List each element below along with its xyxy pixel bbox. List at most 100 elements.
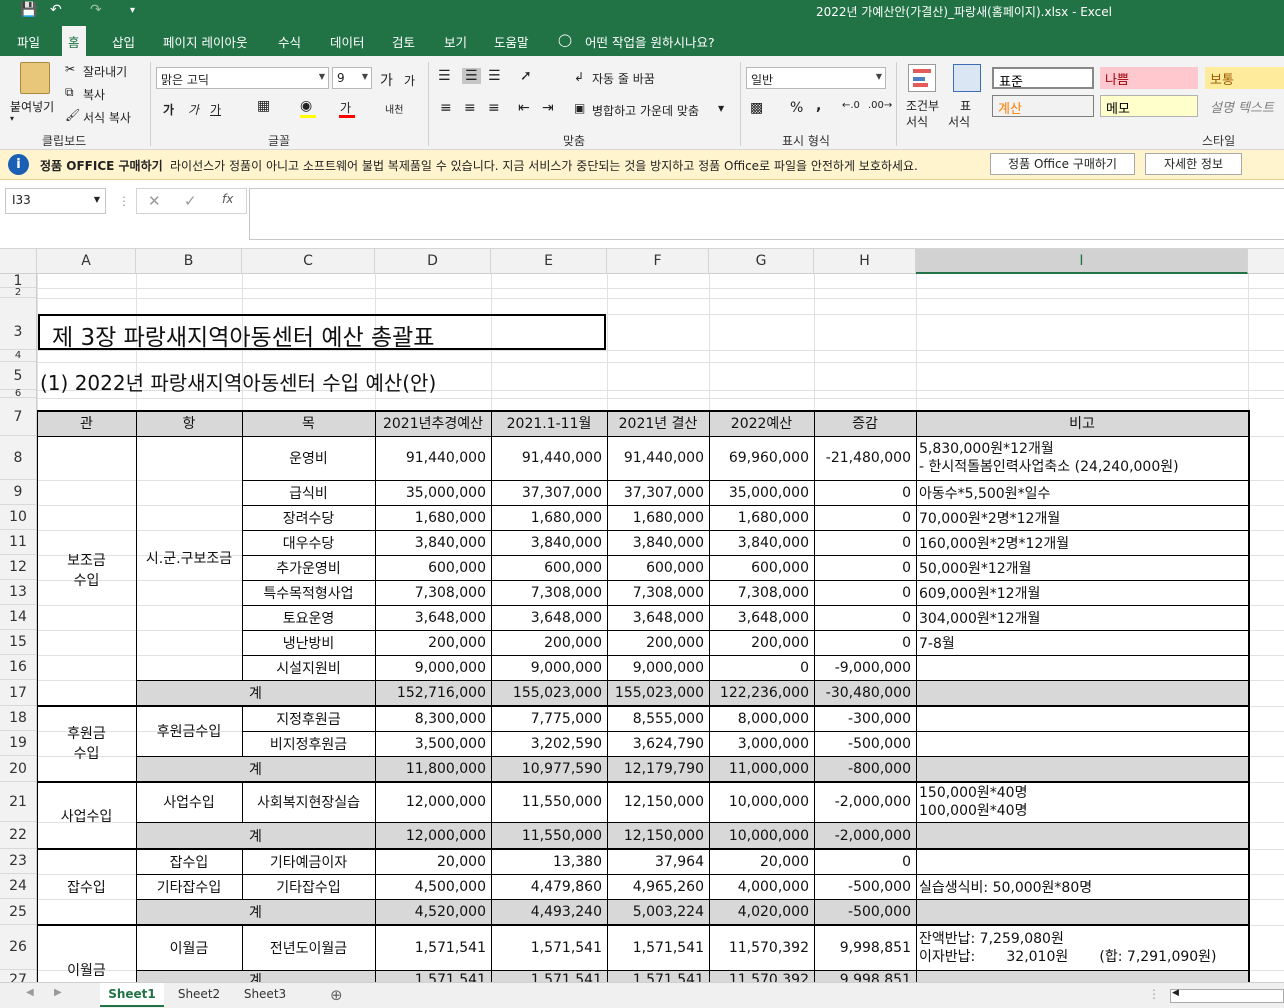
- column-header-g[interactable]: G: [709, 249, 814, 274]
- format-as-table-icon[interactable]: [953, 64, 981, 92]
- fill-color-icon[interactable]: ◉: [300, 98, 312, 114]
- column-header-f[interactable]: F: [607, 249, 709, 274]
- row-header[interactable]: 18: [0, 706, 36, 731]
- scroll-left-icon[interactable]: ◀: [1172, 988, 1179, 998]
- row-header[interactable]: 16: [0, 655, 36, 680]
- conditional-formatting-button-line2[interactable]: 서식: [906, 113, 928, 130]
- more-info-button[interactable]: 자세한 정보: [1145, 153, 1242, 175]
- add-sheet-icon[interactable]: ⊕: [330, 986, 343, 1004]
- tab-view[interactable]: 보기: [444, 32, 467, 51]
- insert-function-icon[interactable]: fx: [222, 192, 233, 206]
- phonetic-button[interactable]: 내천: [385, 101, 403, 116]
- align-left-icon[interactable]: ≡: [440, 100, 452, 116]
- column-header-a[interactable]: A: [37, 249, 136, 274]
- enter-icon[interactable]: ✓: [184, 192, 197, 210]
- decrease-decimal-icon[interactable]: .00→: [868, 100, 892, 111]
- row-header[interactable]: 14: [0, 605, 36, 630]
- decrease-indent-icon[interactable]: ⇤: [518, 100, 530, 116]
- row-header[interactable]: 9: [0, 480, 36, 505]
- tab-scroll-right-icon[interactable]: ▶: [54, 987, 62, 998]
- column-header-h[interactable]: H: [814, 249, 916, 274]
- row-header[interactable]: 15: [0, 630, 36, 655]
- merge-dropdown-icon[interactable]: ▼: [718, 104, 724, 113]
- row-header[interactable]: 17: [0, 680, 36, 706]
- style-calculation[interactable]: 계산: [992, 95, 1094, 117]
- tab-review[interactable]: 검토: [392, 32, 415, 51]
- format-as-table-button[interactable]: 표: [960, 97, 971, 114]
- format-painter-button[interactable]: 서식 복사: [83, 109, 131, 126]
- row-header[interactable]: 26: [0, 925, 36, 970]
- tab-data[interactable]: 데이터: [330, 32, 365, 51]
- conditional-formatting-icon[interactable]: [908, 64, 936, 92]
- row-header[interactable]: 22: [0, 822, 36, 849]
- row-header[interactable]: 6: [0, 389, 36, 399]
- shrink-font-button[interactable]: 가: [404, 72, 415, 89]
- undo-icon[interactable]: ↶: [50, 2, 62, 18]
- row-header[interactable]: 11: [0, 530, 36, 555]
- paste-icon[interactable]: [20, 62, 50, 94]
- grow-font-button[interactable]: 가: [380, 70, 393, 90]
- horizontal-scrollbar[interactable]: [1170, 989, 1284, 1003]
- align-bottom-icon[interactable]: ☰: [488, 68, 501, 84]
- underline-button[interactable]: 가: [210, 101, 221, 118]
- font-size-combo[interactable]: 9 ▼: [332, 67, 372, 89]
- borders-icon[interactable]: ▦: [257, 98, 270, 114]
- customize-icon[interactable]: ▾: [130, 5, 135, 16]
- row-header[interactable]: 8: [0, 436, 36, 480]
- row-header[interactable]: 24: [0, 874, 36, 899]
- merge-center-button[interactable]: 병합하고 가운데 맞춤: [592, 102, 699, 119]
- increase-indent-icon[interactable]: ⇥: [542, 100, 554, 116]
- select-all-corner[interactable]: [0, 249, 37, 274]
- sheet-tab-3[interactable]: Sheet3: [234, 983, 296, 1007]
- orientation-icon[interactable]: ➚: [520, 68, 532, 84]
- paste-button[interactable]: 붙여넣기: [10, 98, 54, 115]
- row-header[interactable]: 25: [0, 899, 36, 925]
- format-as-table-button-line2[interactable]: 서식: [948, 113, 970, 130]
- increase-decimal-icon[interactable]: ←.0: [842, 100, 860, 111]
- style-bad[interactable]: 나쁨: [1100, 67, 1198, 89]
- align-middle-icon[interactable]: ☰: [462, 68, 481, 84]
- font-color-button[interactable]: 가: [340, 99, 351, 116]
- accounting-format-icon[interactable]: ▩: [750, 100, 763, 116]
- row-header[interactable]: 3: [0, 314, 36, 350]
- tab-file[interactable]: 파일: [17, 32, 40, 51]
- row-header[interactable]: 20: [0, 756, 36, 782]
- cancel-icon[interactable]: ✕: [148, 192, 161, 210]
- tell-me-search[interactable]: 어떤 작업을 원하시나요?: [585, 32, 715, 51]
- row-header[interactable]: 27: [0, 970, 36, 982]
- row-header[interactable]: 5: [0, 362, 36, 390]
- row-header[interactable]: 1: [0, 274, 36, 288]
- italic-button[interactable]: 가: [188, 101, 199, 118]
- copy-button[interactable]: 복사: [83, 86, 105, 103]
- style-explanatory[interactable]: 설명 텍스트: [1205, 95, 1284, 117]
- row-header[interactable]: 19: [0, 731, 36, 756]
- align-top-icon[interactable]: ☰: [438, 68, 451, 84]
- style-normal[interactable]: 표준: [992, 67, 1094, 90]
- row-header[interactable]: 21: [0, 782, 36, 822]
- percent-button[interactable]: %: [790, 100, 803, 116]
- align-center-icon[interactable]: ≡: [464, 100, 476, 116]
- align-right-icon[interactable]: ≡: [488, 100, 500, 116]
- cut-button[interactable]: 잘라내기: [83, 63, 127, 80]
- column-header-d[interactable]: D: [375, 249, 491, 274]
- sheet-tab-2[interactable]: Sheet2: [166, 983, 232, 1007]
- row-header[interactable]: 2: [0, 288, 36, 298]
- column-header-e[interactable]: E: [491, 249, 607, 274]
- tab-insert[interactable]: 삽입: [112, 32, 135, 51]
- name-box[interactable]: I33 ▼: [5, 188, 106, 214]
- paste-dropdown-icon[interactable]: ▾: [10, 114, 14, 123]
- row-header[interactable]: 7: [0, 398, 36, 436]
- formula-input[interactable]: [249, 188, 1284, 240]
- tab-home[interactable]: 홈: [62, 26, 86, 56]
- bold-button[interactable]: 가: [163, 101, 174, 118]
- row-header[interactable]: 4: [0, 350, 36, 362]
- tab-help[interactable]: 도움말: [494, 32, 529, 51]
- row-header[interactable]: 12: [0, 555, 36, 580]
- column-header-i[interactable]: I: [916, 249, 1248, 274]
- font-name-combo[interactable]: 맑은 고딕 ▼: [156, 67, 329, 89]
- row-header[interactable]: 10: [0, 505, 36, 530]
- tab-page-layout[interactable]: 페이지 레이아웃: [163, 32, 247, 51]
- worksheet-grid[interactable]: 제 3장 파랑새지역아동센터 예산 총괄표 (1) 2022년 파랑새지역아동센…: [37, 274, 1284, 982]
- redo-icon[interactable]: ↷: [90, 2, 102, 18]
- row-header[interactable]: 13: [0, 580, 36, 605]
